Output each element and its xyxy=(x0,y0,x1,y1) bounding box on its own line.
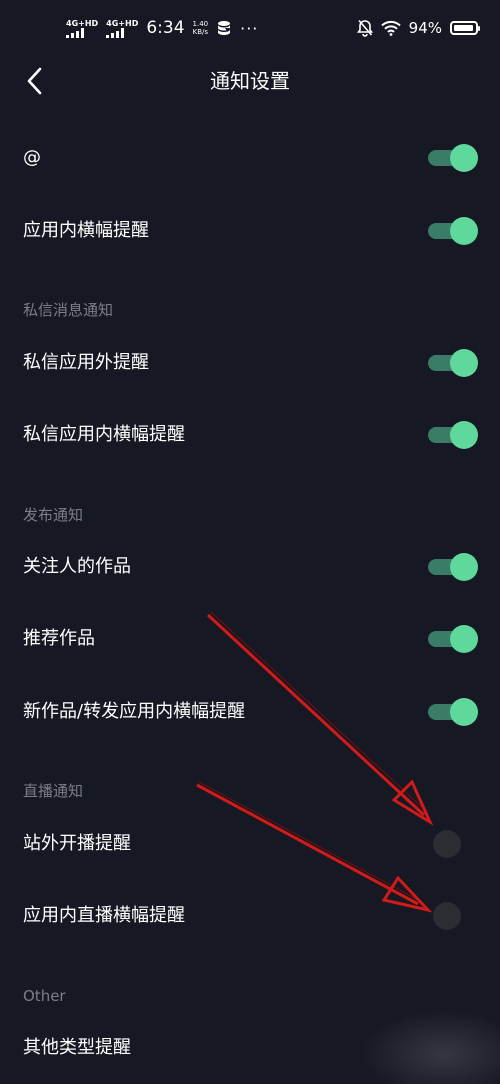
setting-label: 站外开播提醒 xyxy=(23,833,131,854)
nav-bar: 通知设置 xyxy=(0,56,500,106)
mention-toggle[interactable] xyxy=(428,144,478,172)
section-header-other: Other xyxy=(23,987,66,1005)
setting-label: 新作品/转发应用内横幅提醒 xyxy=(23,701,246,722)
section-header-publish: 发布通知 xyxy=(23,506,84,524)
toggle-knob xyxy=(450,144,478,172)
status-left: 4G+HD 4G+HD 6:34 1.40 KB/s ··· xyxy=(66,18,258,38)
setting-label: 关注人的作品 xyxy=(23,556,131,577)
setting-row-mention[interactable]: @ xyxy=(0,130,500,186)
setting-label: 推荐作品 xyxy=(23,628,95,649)
signal-icon xyxy=(106,27,125,38)
signal-icon xyxy=(66,27,84,38)
toggle-knob xyxy=(450,349,478,377)
toggle-knob xyxy=(450,553,478,581)
clock: 6:34 xyxy=(146,18,185,38)
sim2-label: 4G+HD xyxy=(106,18,139,28)
setting-row-following-works[interactable]: 关注人的作品 xyxy=(0,539,500,595)
section-header-live: 直播通知 xyxy=(23,782,84,800)
toggle-knob xyxy=(450,421,478,449)
setting-label: 私信应用内横幅提醒 xyxy=(23,424,185,445)
sim1-signal: 4G+HD xyxy=(66,19,98,38)
setting-label: 应用内横幅提醒 xyxy=(23,220,149,241)
sim2-signal: 4G+HD xyxy=(106,19,138,38)
toggle-knob xyxy=(433,902,461,930)
setting-row-dm-outside-app[interactable]: 私信应用外提醒 xyxy=(0,335,500,391)
setting-label: 应用内直播横幅提醒 xyxy=(23,905,185,926)
wifi-icon xyxy=(380,20,401,36)
battery-percent: 94% xyxy=(408,19,442,37)
setting-label: @ xyxy=(23,147,41,168)
live-outside-app-toggle[interactable] xyxy=(428,830,478,858)
toggle-knob xyxy=(450,217,478,245)
in-app-banner-toggle[interactable] xyxy=(428,217,478,245)
speed-value: 1.40 xyxy=(192,20,209,28)
more-indicator: ··· xyxy=(240,18,259,38)
status-right: 94% xyxy=(356,19,480,37)
setting-label: 私信应用外提醒 xyxy=(23,352,149,373)
new-works-repost-banner-toggle[interactable] xyxy=(428,698,478,726)
toggle-knob xyxy=(450,698,478,726)
following-works-toggle[interactable] xyxy=(428,553,478,581)
setting-row-dm-in-app-banner[interactable]: 私信应用内横幅提醒 xyxy=(0,407,500,463)
setting-row-live-outside-app[interactable]: 站外开播提醒 xyxy=(0,816,500,872)
sim1-label: 4G+HD xyxy=(66,18,99,28)
setting-row-recommended-works[interactable]: 推荐作品 xyxy=(0,611,500,667)
section-header-private-message: 私信消息通知 xyxy=(23,301,114,319)
speed-unit: KB/s xyxy=(192,28,209,36)
battery-fill xyxy=(454,25,473,31)
setting-row-in-app-banner[interactable]: 应用内横幅提醒 xyxy=(0,203,500,259)
recommended-works-toggle[interactable] xyxy=(428,625,478,653)
toggle-knob xyxy=(450,625,478,653)
setting-row-new-works-repost-banner[interactable]: 新作品/转发应用内横幅提醒 xyxy=(0,684,500,740)
setting-row-live-in-app-banner[interactable]: 应用内直播横幅提醒 xyxy=(0,888,500,944)
page-title: 通知设置 xyxy=(210,69,290,93)
live-in-app-banner-toggle[interactable] xyxy=(428,902,478,930)
battery-icon xyxy=(450,21,480,35)
status-bar: 4G+HD 4G+HD 6:34 1.40 KB/s ··· 94% xyxy=(0,0,500,56)
network-speed: 1.40 KB/s xyxy=(193,20,209,36)
setting-label: 其他类型提醒 xyxy=(23,1037,131,1058)
dm-in-app-banner-toggle[interactable] xyxy=(428,421,478,449)
blur-overlay xyxy=(360,1010,500,1084)
mute-bell-icon xyxy=(356,19,373,37)
data-saver-icon xyxy=(218,21,231,35)
toggle-knob xyxy=(433,830,461,858)
dm-outside-app-toggle[interactable] xyxy=(428,349,478,377)
